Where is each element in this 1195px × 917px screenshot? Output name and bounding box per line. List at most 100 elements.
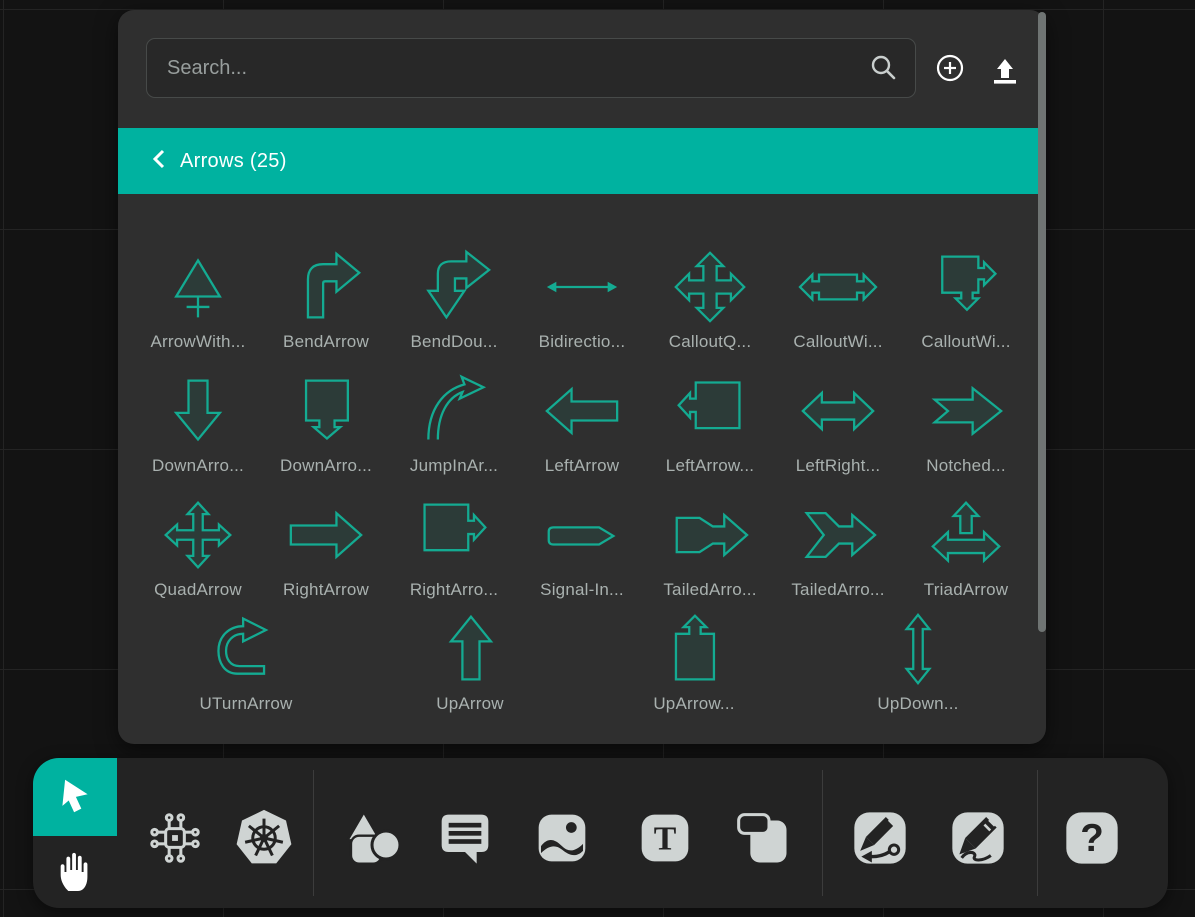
category-header[interactable]: Arrows (25) bbox=[118, 128, 1046, 194]
library-item[interactable]: ArrowWith... bbox=[134, 228, 262, 352]
kubernetes-tool-button[interactable] bbox=[234, 808, 294, 868]
library-item-label: JumpInAr... bbox=[410, 456, 498, 476]
category-title: Arrows (25) bbox=[180, 150, 287, 173]
library-item-label: DownArro... bbox=[152, 456, 244, 476]
library-item[interactable]: LeftArrow bbox=[518, 352, 646, 476]
library-item-label: UpArrow... bbox=[653, 694, 734, 714]
search-input[interactable] bbox=[146, 38, 916, 98]
library-item[interactable]: CalloutWi... bbox=[902, 228, 1030, 352]
library-item-label: Signal-In... bbox=[540, 580, 624, 600]
draw-pen-tool-button[interactable] bbox=[950, 810, 1006, 866]
library-search-row bbox=[118, 10, 1046, 128]
library-item[interactable]: DownArro... bbox=[262, 352, 390, 476]
shape-library-panel: Arrows (25) ArrowWith... BendArrow BendD… bbox=[118, 10, 1046, 744]
image-tool-button[interactable] bbox=[534, 810, 590, 866]
library-item[interactable]: UpArrow bbox=[358, 600, 582, 714]
library-item[interactable]: CalloutQ... bbox=[646, 228, 774, 352]
arrow-with-tail-shape-icon bbox=[150, 249, 246, 325]
library-item-label: LeftRight... bbox=[796, 456, 881, 476]
library-item-label: TriadArrow bbox=[924, 580, 1009, 600]
library-item[interactable]: JumpInAr... bbox=[390, 352, 518, 476]
chip-icon bbox=[147, 810, 203, 866]
library-item[interactable]: UpArrow... bbox=[582, 600, 806, 714]
library-item[interactable]: BendDou... bbox=[390, 228, 518, 352]
upload-library-button[interactable] bbox=[986, 54, 1020, 87]
note-icon bbox=[734, 810, 790, 866]
library-item[interactable]: UpDown... bbox=[806, 600, 1030, 714]
library-item[interactable]: LeftRight... bbox=[774, 352, 902, 476]
left-right-arrow-shape-icon bbox=[790, 373, 886, 449]
triad-arrow-shape-icon bbox=[918, 497, 1014, 573]
bidirectional-arrow-shape-icon bbox=[534, 249, 630, 325]
library-item[interactable]: RightArro... bbox=[390, 476, 518, 600]
library-item[interactable]: TailedArro... bbox=[774, 476, 902, 600]
shapes-icon bbox=[344, 810, 400, 866]
library-item-label: TailedArro... bbox=[791, 580, 884, 600]
select-tool-button[interactable] bbox=[33, 758, 117, 836]
tailed-arrow-block-shape-icon bbox=[662, 497, 758, 573]
library-item-label: CalloutQ... bbox=[669, 332, 752, 352]
text-icon: T bbox=[637, 810, 693, 866]
library-item[interactable]: BendArrow bbox=[262, 228, 390, 352]
svg-text:T: T bbox=[654, 821, 677, 858]
draw-pen-icon bbox=[950, 810, 1006, 866]
callout-wide-arrow-shape-icon bbox=[790, 249, 886, 325]
hand-icon bbox=[54, 849, 96, 896]
library-item[interactable]: Notched... bbox=[902, 352, 1030, 476]
library-item-label: Bidirectio... bbox=[539, 332, 626, 352]
library-item[interactable]: Signal-In... bbox=[518, 476, 646, 600]
plus-circle-icon bbox=[936, 70, 964, 85]
library-item[interactable]: UTurnArrow bbox=[134, 600, 358, 714]
text-tool-button[interactable]: T bbox=[637, 810, 693, 866]
image-icon bbox=[534, 810, 590, 866]
toolbar-divider bbox=[822, 770, 823, 896]
comment-icon bbox=[437, 810, 493, 866]
library-item[interactable]: Bidirectio... bbox=[518, 228, 646, 352]
help-button[interactable]: ? bbox=[1064, 810, 1120, 866]
down-arrow-shape-icon bbox=[150, 373, 246, 449]
quad-arrow-shape-icon bbox=[150, 497, 246, 573]
library-item[interactable]: CalloutWi... bbox=[774, 228, 902, 352]
upload-icon bbox=[986, 72, 1020, 87]
library-item[interactable]: RightArrow bbox=[262, 476, 390, 600]
search-icon bbox=[870, 54, 896, 85]
library-item[interactable]: QuadArrow bbox=[134, 476, 262, 600]
selection-tools bbox=[33, 758, 117, 908]
library-item-label: LeftArrow... bbox=[666, 456, 754, 476]
toolbar-divider bbox=[313, 770, 314, 896]
connector-pen-icon bbox=[852, 810, 908, 866]
shapes-tool-button[interactable] bbox=[344, 810, 400, 866]
comment-tool-button[interactable] bbox=[437, 810, 493, 866]
add-library-button[interactable] bbox=[936, 54, 964, 85]
library-item[interactable]: TailedArro... bbox=[646, 476, 774, 600]
library-item-label: Notched... bbox=[926, 456, 1006, 476]
library-item-label: RightArrow bbox=[283, 580, 369, 600]
right-arrow-shape-icon bbox=[278, 497, 374, 573]
jump-in-arrow-shape-icon bbox=[406, 373, 502, 449]
bend-double-arrow-shape-icon bbox=[406, 249, 502, 325]
library-item-label: ArrowWith... bbox=[151, 332, 246, 352]
library-item[interactable]: TriadArrow bbox=[902, 476, 1030, 600]
callout-right-down-arrow-shape-icon bbox=[918, 249, 1014, 325]
library-item-label: UpDown... bbox=[877, 694, 958, 714]
cursor-icon bbox=[57, 777, 93, 818]
components-tool-button[interactable] bbox=[147, 810, 203, 866]
panel-scrollbar[interactable] bbox=[1038, 12, 1046, 632]
library-item-label: RightArro... bbox=[410, 580, 498, 600]
library-item-label: QuadArrow bbox=[154, 580, 242, 600]
library-item-label: CalloutWi... bbox=[793, 332, 882, 352]
connector-pen-tool-button[interactable] bbox=[852, 810, 908, 866]
note-tool-button[interactable] bbox=[734, 810, 790, 866]
bottom-toolbar: T bbox=[33, 758, 1168, 908]
library-item[interactable]: DownArro... bbox=[134, 352, 262, 476]
u-turn-arrow-shape-icon bbox=[198, 611, 294, 687]
library-item-label: DownArro... bbox=[280, 456, 372, 476]
tailed-arrow-chevron-shape-icon bbox=[790, 497, 886, 573]
pan-tool-button[interactable] bbox=[33, 836, 117, 908]
question-mark-icon: ? bbox=[1064, 810, 1120, 866]
up-arrow-callout-shape-icon bbox=[646, 611, 742, 687]
notched-right-arrow-shape-icon bbox=[918, 373, 1014, 449]
svg-text:?: ? bbox=[1080, 817, 1104, 860]
library-item[interactable]: LeftArrow... bbox=[646, 352, 774, 476]
library-item-label: UTurnArrow bbox=[200, 694, 293, 714]
